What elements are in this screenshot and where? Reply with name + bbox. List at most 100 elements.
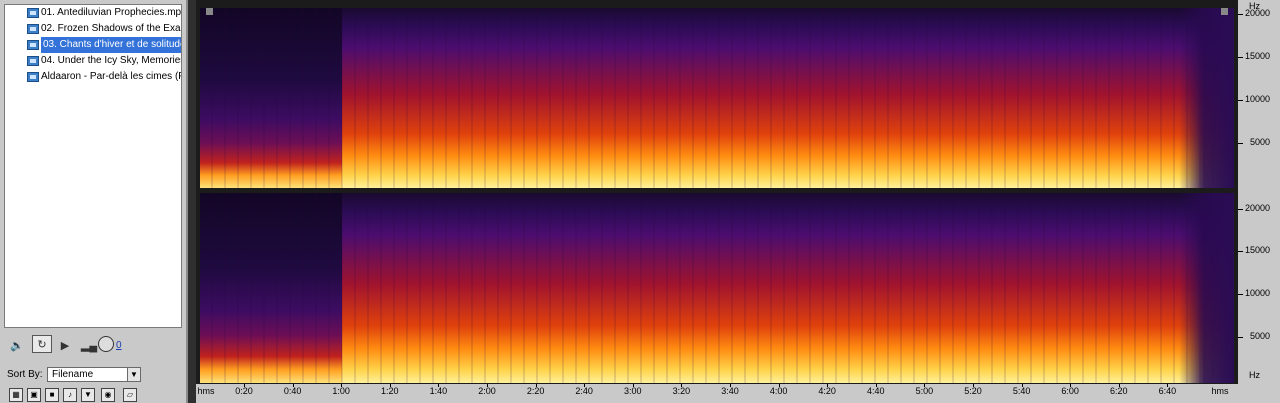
file-list[interactable]: 01. Antediluvian Prophecies.mp3 02. Froze… (4, 4, 182, 328)
zoom-handle-left[interactable] (206, 8, 213, 15)
zoom-handle-right[interactable] (1221, 8, 1228, 15)
time-tick (487, 384, 488, 387)
filter-icon[interactable]: ▼ (81, 388, 95, 402)
hz-tick-label: 20000 (1244, 203, 1270, 213)
audio-file-icon (27, 72, 39, 82)
time-tick-label: 2:20 (526, 386, 545, 396)
time-tick (389, 384, 391, 387)
hz-tick-label: 10000 (1244, 94, 1270, 104)
time-tick (584, 384, 586, 387)
time-tick (1118, 384, 1120, 387)
hz-tick-label: 20000 (1244, 8, 1270, 18)
speaker-icon[interactable]: 🔈 (10, 338, 24, 352)
chevron-down-icon: ▼ (127, 368, 140, 381)
play-icon[interactable]: ▶ (60, 338, 70, 352)
time-tick-label: 3:40 (721, 386, 739, 396)
time-tick-label: 5:00 (915, 386, 934, 396)
volume-value[interactable]: 0 (116, 340, 122, 351)
import-file-icon[interactable]: ▦ (9, 388, 23, 402)
hz-unit-label-bottom: Hz (1249, 370, 1260, 380)
transport-bar: 🔈 ↻ ▶ ▂▄ 0 (4, 334, 182, 358)
time-unit-label-start: hms (197, 386, 215, 396)
file-name: 01. Antediluvian Prophecies.mp3 (41, 7, 181, 18)
time-tick-label: 0:40 (283, 386, 302, 396)
hz-tick (1238, 209, 1243, 210)
time-tick-label: 4:20 (818, 386, 836, 396)
time-tick-label: 3:00 (624, 386, 642, 396)
sort-row: Sort By: Filename ▼ (4, 367, 182, 383)
spectrogram-right-channel[interactable] (200, 193, 1234, 383)
time-tick-label: 6:20 (1110, 386, 1128, 396)
time-unit-label-end: hms (1211, 386, 1229, 396)
file-list-item[interactable]: 03. Chants d'hiver et de solitude. (5, 37, 181, 53)
hz-tick-label: 5000 (1249, 137, 1270, 147)
time-tick-label: 5:40 (1012, 386, 1031, 396)
file-list-item[interactable]: Aldaaron - Par-delà les cimes (Ful (5, 69, 181, 85)
spectrogram-left-channel[interactable] (200, 8, 1234, 188)
hz-tick (1238, 57, 1243, 58)
time-tick (341, 384, 343, 387)
audio-file-icon (27, 24, 39, 34)
loop-button[interactable]: ↻ (32, 335, 52, 353)
hz-tick (1238, 337, 1243, 338)
insert-file-icon[interactable]: ■ (45, 388, 59, 402)
time-tick-label: 6:00 (1061, 386, 1079, 396)
time-ruler[interactable]: hms hms 0:20 0:40 1:00 1:20 1:40 2:00 2:20 2:40… (196, 384, 1238, 403)
time-tick-label: 6:40 (1158, 386, 1177, 396)
time-tick (244, 384, 245, 387)
close-file-icon[interactable]: ▣ (27, 388, 41, 402)
time-tick (778, 384, 780, 387)
time-tick-label: 5:20 (964, 386, 982, 396)
hz-tick-label: 15000 (1244, 51, 1270, 61)
time-tick (875, 384, 877, 387)
extra-icon[interactable]: ▱ (123, 388, 137, 402)
file-name: Aldaaron - Par-delà les cimes (Ful (41, 71, 181, 82)
time-tick (730, 384, 731, 387)
time-tick-label: 4:40 (867, 386, 885, 396)
audio-file-icon (27, 40, 39, 50)
sort-label: Sort By: (7, 369, 43, 380)
file-name: 02. Frozen Shadows of the Exalte (41, 23, 181, 34)
time-tick-label: 0:20 (235, 386, 253, 396)
file-list-item[interactable]: 04. Under the Icy Sky, Memories (5, 53, 181, 69)
volume-knob[interactable] (98, 336, 114, 352)
hz-tick (1238, 294, 1243, 295)
hz-tick-label: 5000 (1249, 331, 1270, 341)
time-tick-label: 1:00 (332, 386, 350, 396)
time-tick (438, 384, 440, 387)
file-name: 04. Under the Icy Sky, Memories (41, 55, 181, 66)
files-panel: 01. Antediluvian Prophecies.mp3 02. Froze… (0, 0, 188, 403)
time-tick (1070, 384, 1072, 387)
time-tick (827, 384, 829, 387)
time-tick-label: 1:20 (381, 386, 399, 396)
hz-tick (1238, 251, 1243, 252)
time-tick-label: 1:40 (429, 386, 448, 396)
sort-dropdown[interactable]: Filename ▼ (47, 367, 141, 382)
time-tick (924, 384, 926, 387)
spectrogram-fade-out (1179, 193, 1234, 383)
audio-file-icon (27, 8, 39, 18)
time-tick (292, 384, 294, 387)
time-tick-label: 2:00 (478, 386, 496, 396)
file-list-item[interactable]: 01. Antediluvian Prophecies.mp3 (5, 5, 181, 21)
sort-value: Filename (52, 369, 94, 380)
preview-icon[interactable]: ◉ (101, 388, 115, 402)
time-tick-label: 4:00 (769, 386, 788, 396)
audio-file-icon (27, 56, 39, 66)
spectral-display[interactable] (196, 0, 1238, 403)
frequency-axis: Hz Hz 20000 15000 10000 5000 20000 15000 10000… (1238, 0, 1280, 403)
spectrogram-texture (200, 8, 1234, 188)
hz-tick-label: 15000 (1244, 245, 1270, 255)
file-name: 03. Chants d'hiver et de solitude. (41, 37, 181, 53)
time-tick-label: 3:20 (672, 386, 691, 396)
file-list-item[interactable]: 02. Frozen Shadows of the Exalte (5, 21, 181, 37)
panel-splitter[interactable] (188, 0, 196, 403)
hz-tick (1238, 143, 1243, 144)
time-tick (973, 384, 974, 387)
spectrogram-fade-out (1179, 8, 1234, 188)
hz-tick-label: 10000 (1244, 288, 1270, 298)
music-file-icon[interactable]: ♪ (63, 388, 77, 402)
time-tick (1167, 384, 1169, 387)
spectrogram-texture (200, 193, 1234, 383)
time-tick (1021, 384, 1023, 387)
